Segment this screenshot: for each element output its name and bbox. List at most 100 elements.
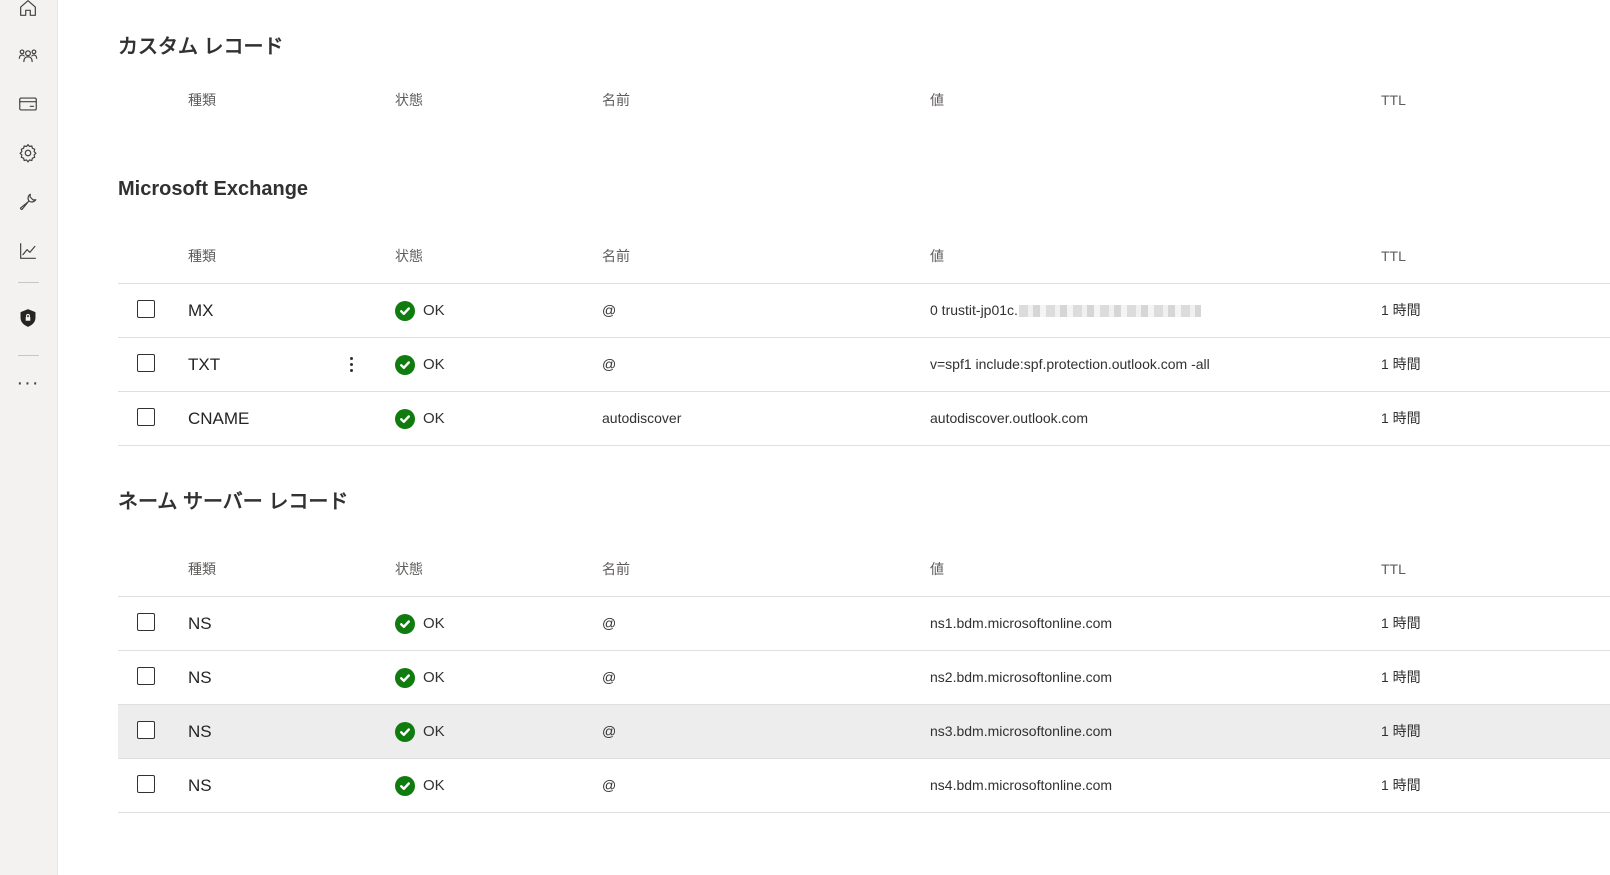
checkmark-circle-icon xyxy=(395,667,415,688)
exchange-records-table: 種類 状態 名前 値 TTL MX OK @ 0 trustit-jp01c. … xyxy=(118,229,1610,446)
table-row[interactable]: NS OK @ ns4.bdm.microsoftonline.com 1 時間 xyxy=(118,759,1610,813)
record-value: 0 trustit-jp01c. xyxy=(930,284,1201,337)
record-ttl: 1 時間 xyxy=(1381,669,1421,685)
table-header: 種類 状態 名前 値 TTL xyxy=(118,229,1610,284)
record-ttl: 1 時間 xyxy=(1381,356,1421,372)
table-row[interactable]: TXT OK @ v=spf1 include:spf.protection.o… xyxy=(118,338,1610,392)
checkmark-circle-icon xyxy=(395,721,415,742)
more-label: ··· xyxy=(16,372,40,394)
more-actions-icon[interactable] xyxy=(346,351,356,377)
row-checkbox[interactable] xyxy=(137,354,155,372)
row-checkbox[interactable] xyxy=(137,613,155,631)
status-text: OK xyxy=(423,777,445,794)
table-row[interactable]: MX OK @ 0 trustit-jp01c. 1 時間 xyxy=(118,284,1610,338)
settings-icon[interactable] xyxy=(8,133,48,173)
record-ttl: 1 時間 xyxy=(1381,302,1421,318)
more-icon[interactable]: ··· xyxy=(8,366,48,406)
status-text: OK xyxy=(423,669,445,686)
home-icon[interactable] xyxy=(8,0,48,28)
record-name: @ xyxy=(602,723,617,739)
column-header-status[interactable]: 状態 xyxy=(395,542,423,596)
status-text: OK xyxy=(423,615,445,632)
table-header: 種類 状態 名前 値 TTL xyxy=(118,542,1610,597)
record-name: @ xyxy=(602,615,617,631)
rail-divider xyxy=(18,282,39,283)
record-type: TXT xyxy=(188,355,221,374)
row-checkbox[interactable] xyxy=(137,408,155,426)
record-status: OK xyxy=(395,392,445,445)
row-checkbox[interactable] xyxy=(137,721,155,739)
column-header-type[interactable]: 種類 xyxy=(188,73,216,127)
checkmark-circle-icon xyxy=(395,300,415,321)
record-name: @ xyxy=(602,302,617,318)
record-value: autodiscover.outlook.com xyxy=(930,410,1088,426)
setup-icon[interactable] xyxy=(8,182,48,222)
row-checkbox[interactable] xyxy=(137,667,155,685)
record-status: OK xyxy=(395,759,445,812)
checkmark-circle-icon xyxy=(395,775,415,796)
record-name: @ xyxy=(602,669,617,685)
nav-rail: ··· xyxy=(0,0,58,875)
section-title-exchange: Microsoft Exchange xyxy=(118,178,309,200)
record-name: @ xyxy=(602,356,617,372)
column-header-ttl[interactable]: TTL xyxy=(1381,229,1406,283)
record-status: OK xyxy=(395,651,445,704)
record-value-text: 0 trustit-jp01c. xyxy=(930,302,1018,318)
checkmark-circle-icon xyxy=(395,354,415,375)
dns-records-main: カスタム レコード 種類 状態 名前 値 TTL Microsoft Excha… xyxy=(118,0,1610,875)
column-header-status[interactable]: 状態 xyxy=(395,229,423,283)
record-name: autodiscover xyxy=(602,410,682,426)
record-status: OK xyxy=(395,705,445,758)
groups-icon[interactable] xyxy=(8,36,48,76)
custom-records-table: 種類 状態 名前 値 TTL xyxy=(118,73,1610,127)
column-header-value[interactable]: 値 xyxy=(930,542,944,596)
record-name: @ xyxy=(602,777,617,793)
record-value: ns4.bdm.microsoftonline.com xyxy=(930,777,1113,793)
status-text: OK xyxy=(423,302,445,319)
record-type: CNAME xyxy=(188,409,250,428)
redacted-value xyxy=(1018,305,1201,318)
record-value: ns1.bdm.microsoftonline.com xyxy=(930,615,1113,631)
column-header-name[interactable]: 名前 xyxy=(602,229,630,283)
record-value: v=spf1 include:spf.protection.outlook.co… xyxy=(930,356,1210,372)
column-header-name[interactable]: 名前 xyxy=(602,542,630,596)
record-status: OK xyxy=(395,338,445,391)
record-type: NS xyxy=(188,614,212,633)
record-value: ns3.bdm.microsoftonline.com xyxy=(930,723,1113,739)
nameserver-records-table: 種類 状態 名前 値 TTL NS OK @ ns1.bdm.microsoft… xyxy=(118,542,1610,813)
table-row[interactable]: NS OK @ ns3.bdm.microsoftonline.com 1 時間 xyxy=(118,705,1610,759)
column-header-type[interactable]: 種類 xyxy=(188,229,216,283)
status-text: OK xyxy=(423,410,445,427)
billing-icon[interactable] xyxy=(8,84,48,124)
record-ttl: 1 時間 xyxy=(1381,615,1421,631)
table-header: 種類 状態 名前 値 TTL xyxy=(118,73,1610,127)
record-ttl: 1 時間 xyxy=(1381,723,1421,739)
status-text: OK xyxy=(423,356,445,373)
record-type: NS xyxy=(188,668,212,687)
column-header-status[interactable]: 状態 xyxy=(395,73,423,127)
record-status: OK xyxy=(395,597,445,650)
checkmark-circle-icon xyxy=(395,408,415,429)
checkmark-circle-icon xyxy=(395,613,415,634)
section-title-nameserver-records: ネーム サーバー レコード xyxy=(118,491,349,513)
column-header-name[interactable]: 名前 xyxy=(602,73,630,127)
table-row[interactable]: NS OK @ ns1.bdm.microsoftonline.com 1 時間 xyxy=(118,597,1610,651)
column-header-ttl[interactable]: TTL xyxy=(1381,542,1406,596)
record-type: NS xyxy=(188,722,212,741)
record-status: OK xyxy=(395,284,445,337)
table-row[interactable]: CNAME OK autodiscover autodiscover.outlo… xyxy=(118,392,1610,446)
record-type: NS xyxy=(188,776,212,795)
column-header-value[interactable]: 値 xyxy=(930,73,944,127)
security-icon[interactable] xyxy=(8,298,48,338)
column-header-ttl[interactable]: TTL xyxy=(1381,73,1406,127)
section-title-custom-records: カスタム レコード xyxy=(118,36,284,58)
record-ttl: 1 時間 xyxy=(1381,777,1421,793)
table-row[interactable]: NS OK @ ns2.bdm.microsoftonline.com 1 時間 xyxy=(118,651,1610,705)
column-header-type[interactable]: 種類 xyxy=(188,542,216,596)
record-value: ns2.bdm.microsoftonline.com xyxy=(930,669,1113,685)
row-checkbox[interactable] xyxy=(137,300,155,318)
row-checkbox[interactable] xyxy=(137,775,155,793)
reports-icon[interactable] xyxy=(8,231,48,271)
column-header-value[interactable]: 値 xyxy=(930,229,944,283)
record-ttl: 1 時間 xyxy=(1381,410,1421,426)
